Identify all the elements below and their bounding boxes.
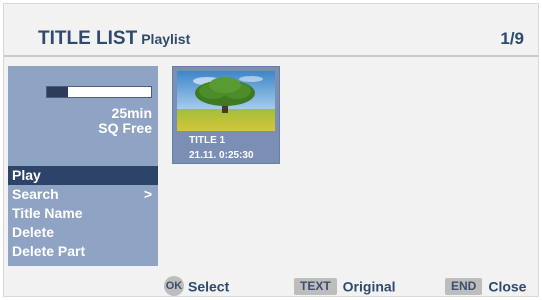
page-title: TITLE LIST Playlist [38, 26, 190, 52]
title-subtitle: Playlist [141, 31, 191, 47]
original-label: Original [342, 278, 396, 295]
capacity-mode: SQ [98, 120, 119, 136]
capacity-info: 25min SQ Free [12, 106, 152, 136]
title-name: TITLE 1 [189, 135, 226, 146]
end-key-icon: END [445, 277, 483, 295]
select-label: Select [188, 278, 230, 295]
footer-hints: OK Select TEXT Original END Close [4, 274, 538, 297]
title-list-screen: TITLE LIST Playlist 1/9 25min SQ Free Pla… [3, 3, 539, 297]
capacity-time: 25min [111, 105, 152, 121]
capacity-free-label: Free [122, 120, 152, 136]
original-hint[interactable]: TEXT Original [294, 274, 396, 296]
close-label: Close [488, 278, 527, 295]
disc-usage-fill [47, 87, 68, 97]
close-hint[interactable]: END Close [445, 274, 526, 296]
sidebar-panel: 25min SQ Free Play Search > Title Name D… [8, 66, 158, 266]
options-menu: Play Search > Title Name Delete Delete P… [8, 166, 158, 261]
menu-item-label: Delete Part [12, 243, 86, 259]
menu-item-search[interactable]: Search > [8, 185, 158, 204]
header-divider [4, 55, 538, 57]
title-duration: 0:25:30 [219, 150, 254, 161]
menu-item-title-name[interactable]: Title Name [8, 204, 158, 223]
tree-thumbnail-image [177, 71, 275, 131]
header: TITLE LIST Playlist 1/9 [4, 26, 538, 52]
menu-item-delete-part[interactable]: Delete Part [8, 242, 158, 261]
capacity-mode-free: SQ Free [12, 121, 152, 136]
menu-item-label: Delete [12, 224, 55, 240]
page-indicator: 1/9 [500, 29, 524, 48]
select-hint[interactable]: OK Select [164, 274, 230, 297]
menu-item-label: Title Name [12, 205, 83, 221]
menu-item-play[interactable]: Play [8, 166, 158, 185]
menu-item-label: Play [12, 167, 41, 183]
submenu-arrow-icon: > [143, 186, 152, 202]
title-date-duration: 21.11. 0:25:30 [189, 150, 254, 162]
menu-item-delete[interactable]: Delete [8, 223, 158, 242]
title-thumbnail-card[interactable]: TITLE 1 21.11. 0:25:30 [172, 66, 280, 164]
menu-item-label: Search [12, 186, 59, 202]
text-key-icon: TEXT [294, 277, 337, 295]
disc-usage-bar [46, 86, 152, 98]
ok-button-icon: OK [164, 276, 184, 297]
title-date: 21.11. [189, 150, 217, 161]
title-text: TITLE LIST [38, 28, 138, 49]
